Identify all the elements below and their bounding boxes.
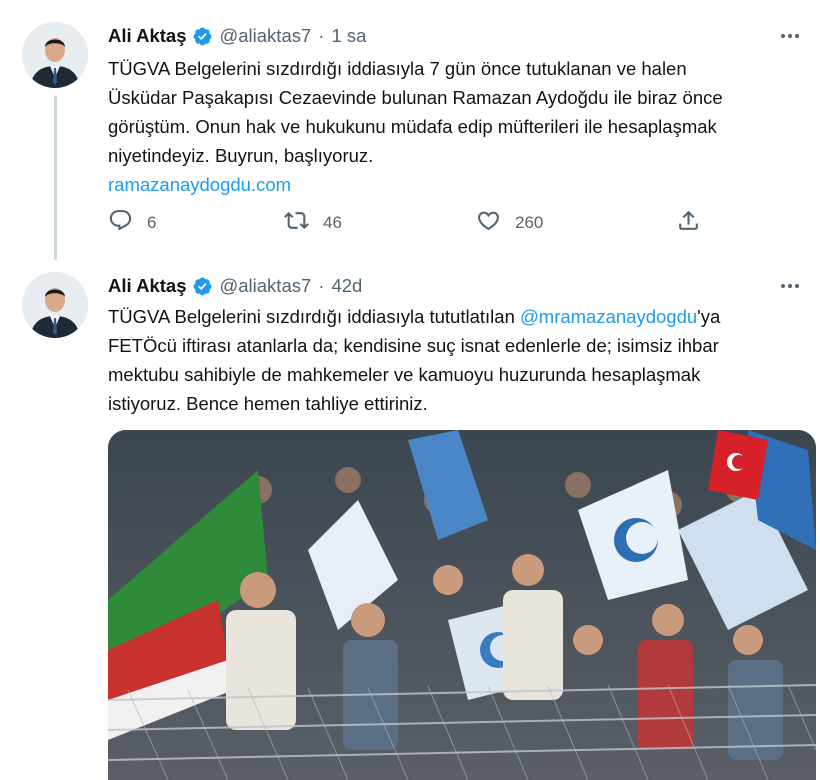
- tweet-photo[interactable]: [108, 430, 816, 780]
- timestamp[interactable]: 42d: [331, 275, 362, 297]
- tweet-actions: 6 46 260: [108, 206, 728, 240]
- reply-count: 6: [147, 213, 157, 232]
- separator: ·: [318, 275, 325, 296]
- verified-badge-icon: [192, 26, 213, 47]
- author-name[interactable]: Ali Aktaş: [108, 25, 186, 47]
- like-icon: [476, 208, 501, 238]
- separator: ·: [318, 25, 325, 46]
- tweet-link[interactable]: ramazanaydogdu.com: [108, 174, 291, 195]
- tweet-header: Ali Aktaş @aliaktas7 · 42d: [108, 272, 362, 300]
- tweet-1[interactable]: Ali Aktaş @aliaktas7 · 1 sa TÜGVA Belgel…: [0, 0, 820, 262]
- reply-button[interactable]: 6: [108, 206, 156, 240]
- like-button[interactable]: 260: [476, 206, 543, 240]
- author-handle[interactable]: @aliaktas7: [219, 275, 311, 297]
- share-icon: [676, 208, 701, 238]
- reply-icon: [108, 208, 133, 238]
- tweet-text: TÜGVA Belgelerini sızdırdığı iddiasıyla …: [108, 302, 808, 418]
- verified-badge-icon: [192, 276, 213, 297]
- share-button[interactable]: [676, 206, 701, 240]
- timestamp[interactable]: 1 sa: [331, 25, 366, 47]
- author-handle[interactable]: @aliaktas7: [219, 25, 311, 47]
- mention-link[interactable]: @mramazanaydogdu: [520, 306, 697, 327]
- avatar[interactable]: [22, 272, 88, 338]
- retweet-count: 46: [323, 213, 342, 232]
- avatar[interactable]: [22, 22, 88, 88]
- retweet-button[interactable]: 46: [284, 206, 342, 240]
- tweet-body: TÜGVA Belgelerini sızdırdığı iddiasıyla …: [108, 58, 723, 166]
- crowd-photo-illustration: [108, 430, 816, 780]
- more-icon[interactable]: [778, 24, 802, 48]
- tweet-text: TÜGVA Belgelerini sızdırdığı iddiasıyla …: [108, 54, 808, 199]
- like-count: 260: [515, 213, 544, 232]
- retweet-icon: [284, 208, 309, 238]
- thread-line: [54, 96, 57, 260]
- more-icon[interactable]: [778, 274, 802, 298]
- author-name[interactable]: Ali Aktaş: [108, 275, 186, 297]
- tweet-header: Ali Aktaş @aliaktas7 · 1 sa: [108, 22, 366, 50]
- tweet-body-start: TÜGVA Belgelerini sızdırdığı iddiasıyla …: [108, 306, 520, 327]
- tweet-2[interactable]: Ali Aktaş @aliaktas7 · 42d TÜGVA Belgele…: [0, 262, 820, 780]
